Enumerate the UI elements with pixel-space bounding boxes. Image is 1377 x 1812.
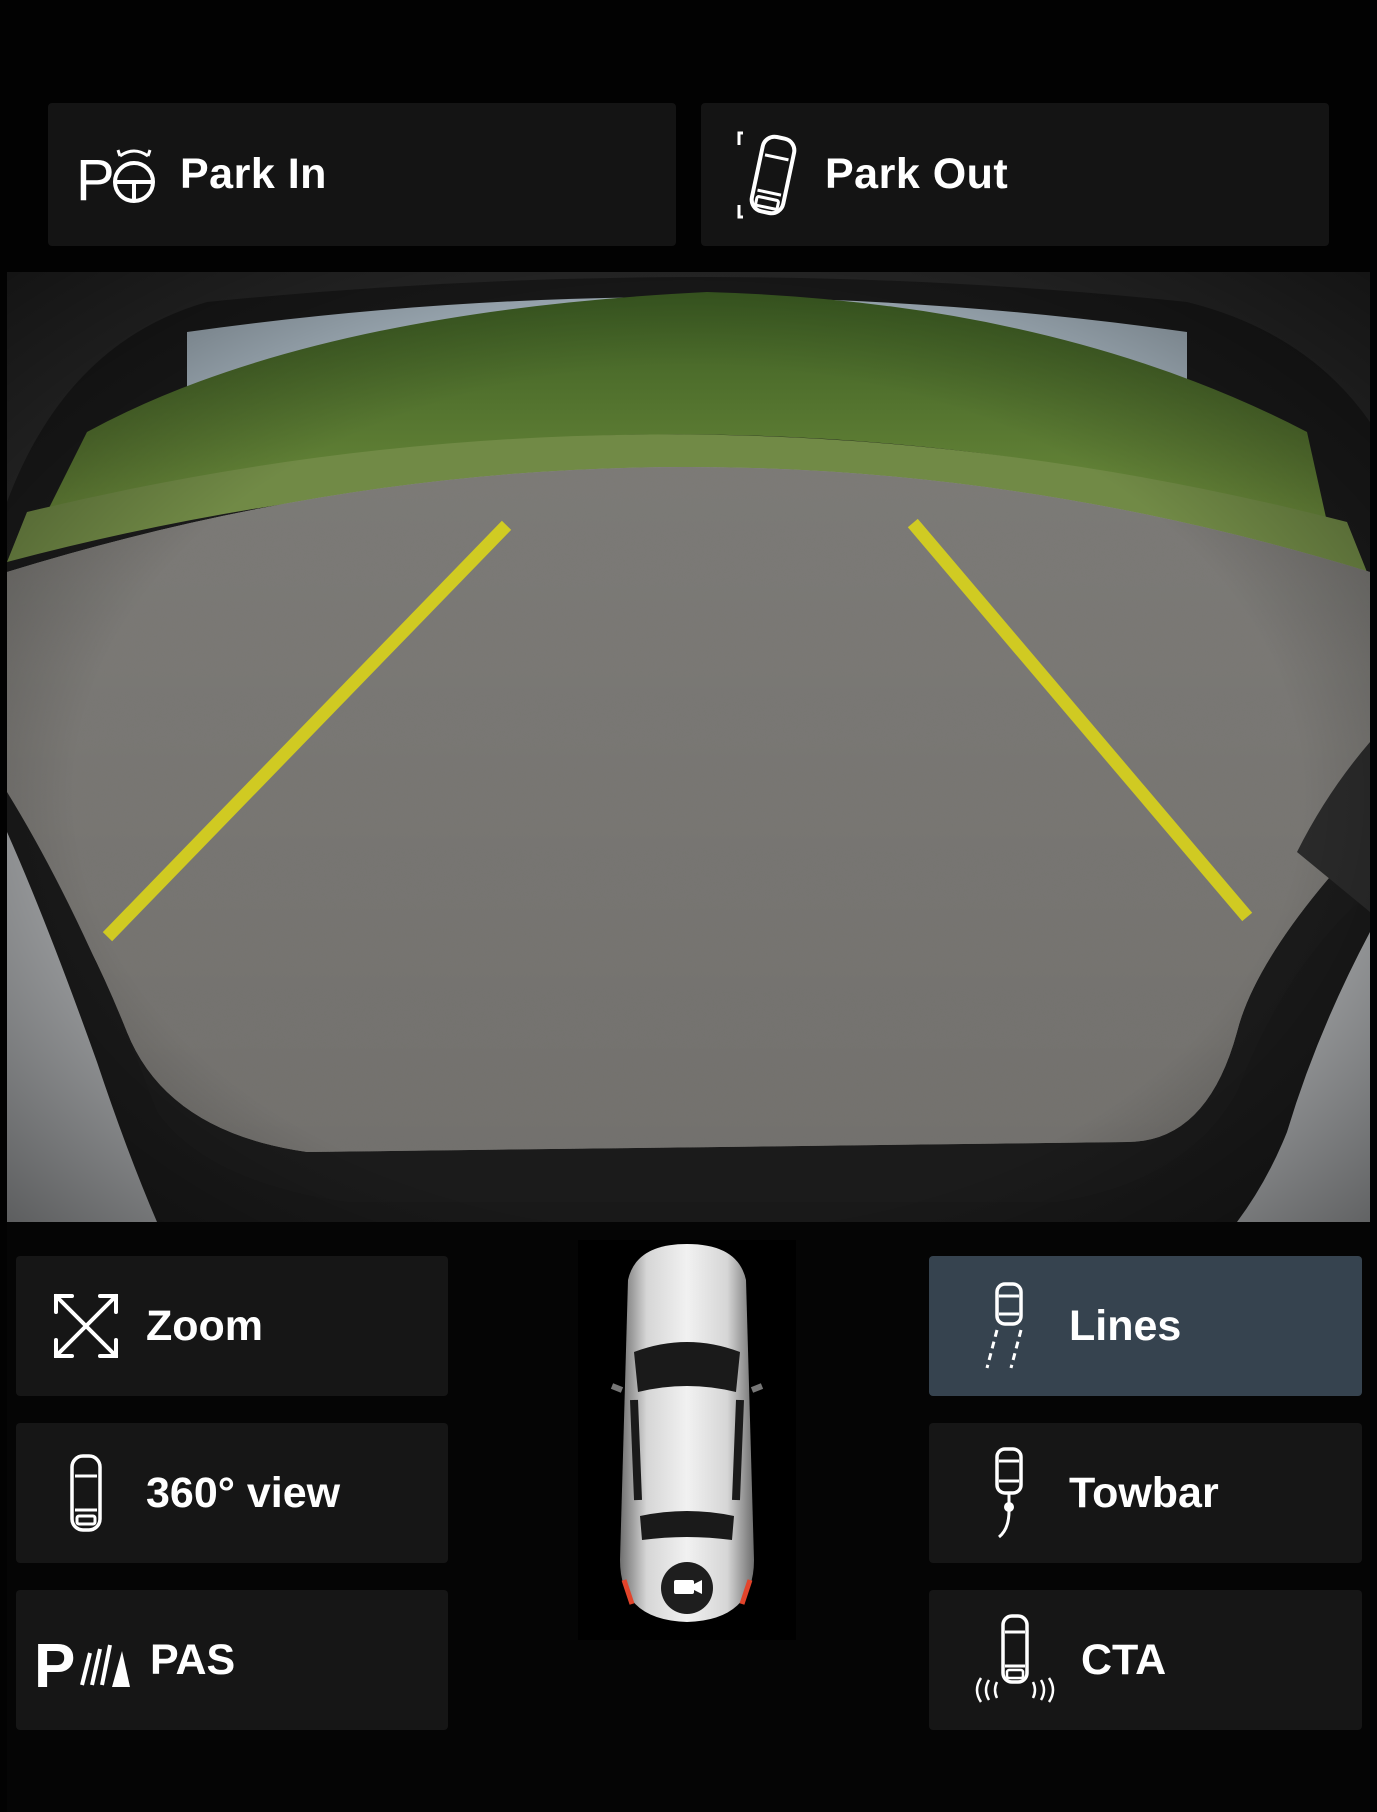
view-360-button[interactable]: 360° view <box>16 1423 448 1563</box>
expand-arrows-icon <box>46 1290 126 1362</box>
cta-label: CTA <box>1081 1635 1167 1684</box>
zoom-button[interactable]: Zoom <box>16 1256 448 1396</box>
cta-button[interactable]: CTA <box>929 1590 1362 1730</box>
rear-camera-view <box>7 272 1370 1222</box>
car-towbar-icon <box>969 1445 1049 1541</box>
pas-label: PAS <box>150 1635 236 1684</box>
lines-label: Lines <box>1069 1301 1182 1350</box>
car-camera-selector[interactable] <box>578 1240 796 1640</box>
lines-button[interactable]: Lines <box>929 1256 1362 1396</box>
park-in-button[interactable]: P Park In <box>48 103 676 246</box>
zoom-label: Zoom <box>146 1301 264 1350</box>
pas-button[interactable]: P PAS <box>16 1590 448 1730</box>
towbar-button[interactable]: Towbar <box>929 1423 1362 1563</box>
park-out-label: Park Out <box>825 150 1009 198</box>
parking-sensor-icon: P <box>34 1625 130 1695</box>
car-park-out-icon <box>737 127 803 223</box>
svg-text:P: P <box>34 1632 75 1695</box>
park-in-label: Park In <box>180 150 327 198</box>
towbar-label: Towbar <box>1069 1468 1219 1517</box>
camera-screen: P Park In Park Out Zoom 360° view P PAS … <box>0 0 1377 1812</box>
car-guide-lines-icon <box>969 1280 1049 1372</box>
park-out-button[interactable]: Park Out <box>701 103 1329 246</box>
view-360-label: 360° view <box>146 1468 341 1517</box>
svg-text:P: P <box>76 148 115 210</box>
park-assist-steering-icon: P <box>76 140 158 210</box>
car-top-view-icon <box>46 1452 126 1534</box>
cross-traffic-alert-icon <box>969 1612 1061 1708</box>
